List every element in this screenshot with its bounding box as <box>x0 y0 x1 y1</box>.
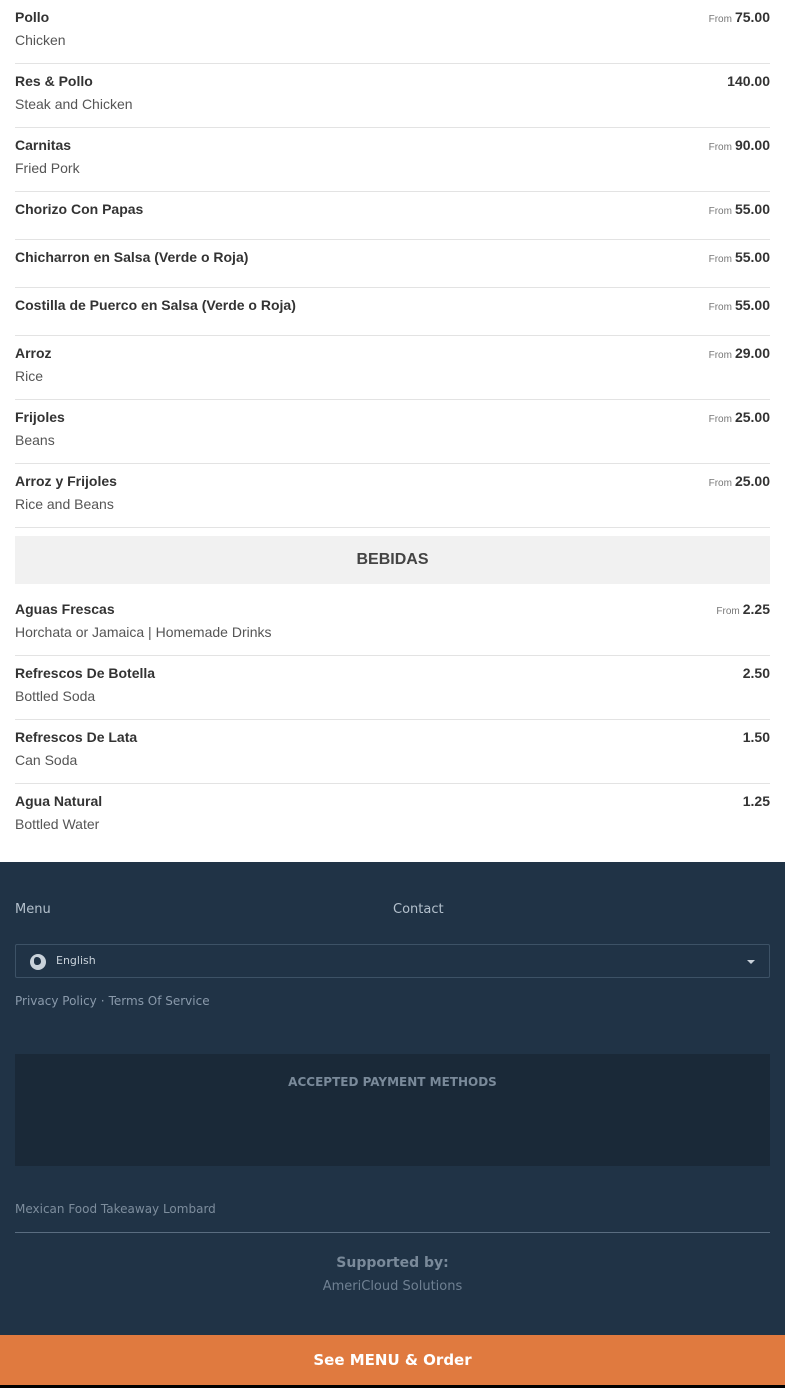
menu-item-name: Chorizo Con Papas <box>15 201 144 217</box>
menu-item-price: From 29.00 <box>709 345 770 361</box>
menu-item[interactable]: Refrescos De Botella Bottled Soda 2.50 <box>15 656 770 720</box>
menu-item-description: Bottled Water <box>15 816 100 832</box>
menu-item-price: 1.25 <box>743 793 770 809</box>
payment-methods-panel: ACCEPTED PAYMENT METHODS <box>15 1054 770 1166</box>
menu-item[interactable]: Frijoles Beans From 25.00 <box>15 400 770 464</box>
menu-item-description: Fried Pork <box>15 160 80 176</box>
price-value: 1.25 <box>742 793 770 809</box>
menu-item[interactable]: Refrescos De Lata Can Soda 1.50 <box>15 720 770 784</box>
menu-item-description: Bottled Soda <box>15 688 96 704</box>
terms-of-service-link[interactable]: Terms Of Service <box>109 994 210 1008</box>
menu-item[interactable]: Aguas Frescas Horchata or Jamaica | Homem… <box>15 592 770 656</box>
menu-item[interactable]: Carnitas Fried Pork From 90.00 <box>15 128 770 192</box>
menu-item-description: Rice <box>15 368 44 384</box>
globe-icon <box>30 954 46 970</box>
price-value: 2.25 <box>742 601 770 617</box>
section-header-bebidas: BEBIDAS <box>15 536 770 584</box>
menu-item-description: Steak and Chicken <box>15 96 133 112</box>
menu-item[interactable]: Arroz y Frijoles Rice and Beans From 25.00 <box>15 464 770 528</box>
menu-item-name: Arroz <box>15 345 52 361</box>
payment-methods-title: ACCEPTED PAYMENT METHODS <box>288 1075 497 1089</box>
menu-item-price: 2.50 <box>743 665 770 681</box>
menu-item-price: From 90.00 <box>709 137 770 153</box>
legal-links: Privacy Policy · Terms Of Service <box>15 994 210 1008</box>
price-value: 1.50 <box>742 729 770 745</box>
menu-item-name: Carnitas <box>15 137 72 153</box>
footer: Menu Contact English Privacy Policy · Term… <box>0 862 785 1388</box>
menu-item-price: From 2.25 <box>716 601 770 617</box>
price-from-label: From <box>708 478 732 489</box>
price-value: 25.00 <box>734 409 770 425</box>
price-value: 140.00 <box>727 73 770 89</box>
menu-item-name: Agua Natural <box>15 793 103 809</box>
menu-item[interactable]: Chorizo Con Papas From 55.00 <box>15 192 770 240</box>
menu-item[interactable]: Res & Pollo Steak and Chicken 140.00 <box>15 64 770 128</box>
footer-menu-link[interactable]: Menu <box>15 902 51 917</box>
legal-separator: · <box>100 994 105 1008</box>
price-value: 2.50 <box>742 665 770 681</box>
price-from-label: From <box>716 606 740 617</box>
menu-item-name: Aguas Frescas <box>15 601 115 617</box>
price-from-label: From <box>708 414 732 425</box>
menu-item-name: Refrescos De Lata <box>15 729 138 745</box>
menu-item-name: Pollo <box>15 9 50 25</box>
drink-items: Aguas Frescas Horchata or Jamaica | Homem… <box>15 592 770 848</box>
menu-item-price: From 75.00 <box>709 9 770 25</box>
chevron-down-icon <box>747 960 755 964</box>
price-value: 55.00 <box>734 249 770 265</box>
price-value: 75.00 <box>734 9 770 25</box>
menu-item-name: Frijoles <box>15 409 65 425</box>
price-from-label: From <box>708 350 732 361</box>
footer-divider <box>15 1232 770 1233</box>
supported-by-label: Supported by: <box>336 1255 449 1271</box>
menu-item-price: From 25.00 <box>709 409 770 425</box>
language-select[interactable]: English <box>15 944 770 978</box>
menu-item-price: 1.50 <box>743 729 770 745</box>
menu-item-name: Refrescos De Botella <box>15 665 156 681</box>
menu-item-name: Chicharron en Salsa (Verde o Roja) <box>15 249 249 265</box>
price-value: 29.00 <box>734 345 770 361</box>
menu-item[interactable]: Chicharron en Salsa (Verde o Roja) From 55… <box>15 240 770 288</box>
business-name: Mexican Food Takeaway Lombard <box>15 1202 216 1216</box>
menu-item-description: Chicken <box>15 32 66 48</box>
food-items: Pollo Chicken From 75.00 Res & Pollo Steak an… <box>15 0 770 528</box>
privacy-policy-link[interactable]: Privacy Policy <box>15 994 97 1008</box>
menu-item-price: From 55.00 <box>709 249 770 265</box>
menu-item-price: From 55.00 <box>709 201 770 217</box>
supporter-company-link[interactable]: AmeriCloud Solutions <box>0 1279 785 1294</box>
price-value: 90.00 <box>734 137 770 153</box>
price-from-label: From <box>708 206 732 217</box>
menu-item-name: Arroz y Frijoles <box>15 473 117 489</box>
menu-item-price: From 25.00 <box>709 473 770 489</box>
price-from-label: From <box>708 142 732 153</box>
see-menu-order-button[interactable]: See MENU & Order <box>0 1335 785 1385</box>
menu-item[interactable]: Pollo Chicken From 75.00 <box>15 0 770 64</box>
language-value: English <box>56 954 96 967</box>
menu-item-name: Costilla de Puerco en Salsa (Verde o Roj… <box>15 297 296 313</box>
menu-item-price: 140.00 <box>727 73 770 89</box>
menu-item-description: Can Soda <box>15 752 78 768</box>
menu-item-price: From 55.00 <box>709 297 770 313</box>
menu-item-name: Res & Pollo <box>15 73 93 89</box>
price-value: 55.00 <box>734 201 770 217</box>
price-from-label: From <box>708 302 732 313</box>
price-value: 55.00 <box>734 297 770 313</box>
footer-contact-link[interactable]: Contact <box>393 902 444 917</box>
menu-item[interactable]: Arroz Rice From 29.00 <box>15 336 770 400</box>
price-value: 25.00 <box>734 473 770 489</box>
price-from-label: From <box>708 14 732 25</box>
menu-item-description: Rice and Beans <box>15 496 114 512</box>
menu-list: Pollo Chicken From 75.00 Res & Pollo Steak an… <box>15 0 770 848</box>
menu-item-description: Beans <box>15 432 55 448</box>
price-from-label: From <box>708 254 732 265</box>
menu-item[interactable]: Costilla de Puerco en Salsa (Verde o Roj… <box>15 288 770 336</box>
menu-item-description: Horchata or Jamaica | Homemade Drinks <box>15 624 272 640</box>
menu-item[interactable]: Agua Natural Bottled Water 1.25 <box>15 784 770 848</box>
